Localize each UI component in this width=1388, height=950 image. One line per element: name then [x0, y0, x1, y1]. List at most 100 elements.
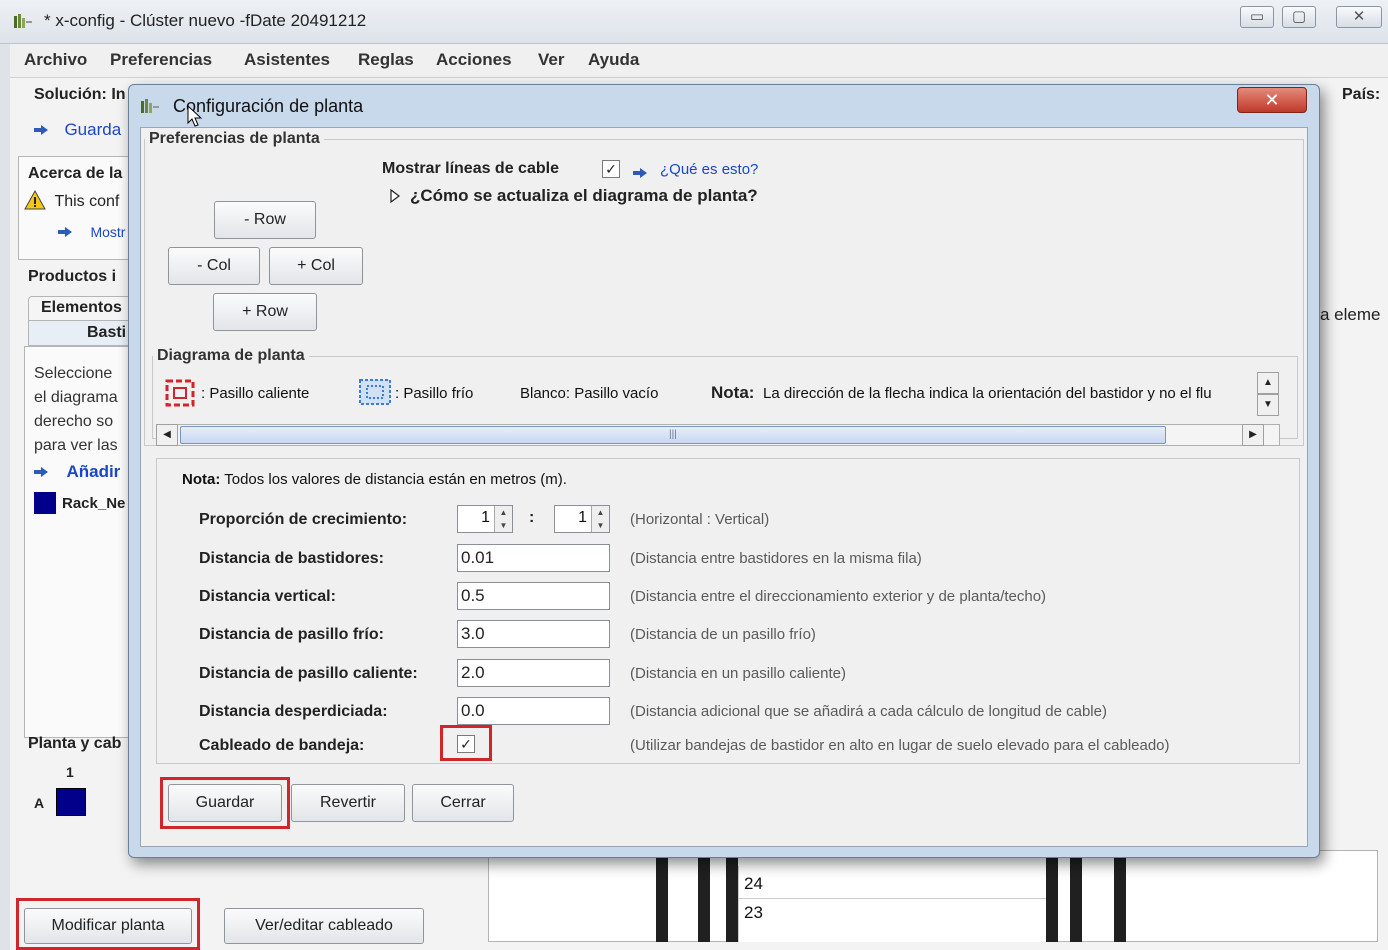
close-window-button[interactable]: ✕	[1336, 6, 1382, 28]
cableado-bandeja-checkbox[interactable]: ✓	[457, 735, 475, 753]
ratio-horizontal-spinner[interactable]: 1 ▲ ▼	[457, 505, 513, 533]
grid-row-label: A	[34, 795, 45, 811]
scroll-grip-icon: |||	[669, 429, 677, 440]
grid-col-label: 1	[66, 764, 74, 780]
anadir-link-row[interactable]: Añadir	[34, 462, 120, 482]
rack-rail	[1070, 850, 1082, 942]
minimize-button[interactable]: ▭	[1240, 6, 1274, 28]
mostrar-lineas-checkbox[interactable]: ✓	[602, 160, 620, 178]
legend-blank-label: Blanco: Pasillo vacío	[520, 385, 659, 402]
productos-title: Productos i	[28, 268, 117, 285]
dialog-content: Preferencias de planta Mostrar líneas de…	[140, 127, 1308, 847]
instructions-text: Seleccione el diagrama derecho so para v…	[34, 365, 118, 454]
rack-unit-number: 23	[744, 903, 763, 922]
dialog-close-button[interactable]: ✕	[1237, 87, 1307, 113]
desperdiciada-label: Distancia desperdiciada:	[199, 703, 388, 720]
cold-aisle-icon	[359, 379, 391, 405]
rack-units	[738, 866, 1046, 942]
ver-editar-cableado-button[interactable]: Ver/editar cableado	[224, 908, 424, 944]
menu-asistentes[interactable]: Asistentes	[244, 50, 330, 70]
hot-aisle-icon	[165, 379, 195, 407]
legend-cold-label: : Pasillo frío	[395, 385, 474, 402]
arrow-right-icon	[633, 168, 647, 178]
pasillo-frio-input[interactable]	[457, 620, 610, 648]
anadir-link[interactable]: Añadir	[66, 462, 120, 481]
diagrama-legend: Diagrama de planta	[157, 347, 305, 364]
mostrar-link-row[interactable]: Mostr	[58, 224, 125, 242]
scroll-left-button[interactable]: ◀	[156, 424, 178, 446]
desperdiciada-input[interactable]	[457, 697, 610, 725]
revertir-button[interactable]: Revertir	[291, 784, 405, 822]
floor-rack-cell[interactable]	[56, 788, 86, 816]
rack-rail	[698, 850, 710, 942]
pasillo-frio-label: Distancia de pasillo frío:	[199, 626, 384, 643]
distancia-vertical-hint: (Distancia entre el direccionamiento ext…	[630, 588, 1047, 605]
rack-unit-number: 24	[744, 874, 763, 893]
menu-reglas[interactable]: Reglas	[358, 50, 414, 70]
guardar-button[interactable]: Guardar	[168, 784, 282, 822]
pasillo-frio-hint: (Distancia de un pasillo frío)	[630, 626, 816, 643]
app-icon	[14, 14, 32, 28]
minus-col-button[interactable]: - Col	[168, 247, 260, 285]
expand-triangle-icon[interactable]	[390, 189, 400, 203]
cerrar-button[interactable]: Cerrar	[412, 784, 514, 822]
distancia-bastidores-input[interactable]	[457, 544, 610, 572]
scroll-right-button[interactable]: ▶	[1242, 424, 1264, 446]
distancia-vertical-input[interactable]	[457, 582, 610, 610]
nota-label: Nota:	[711, 383, 755, 402]
rack-divider	[738, 898, 1046, 899]
menu-archivo[interactable]: Archivo	[24, 50, 87, 70]
rack-swatch	[34, 492, 56, 514]
desperdiciada-hint: (Distancia adicional que se añadirá a ca…	[630, 703, 1107, 720]
menu-ver[interactable]: Ver	[538, 50, 564, 70]
mostrar-lineas-label: Mostrar líneas de cable	[382, 160, 559, 177]
rack-rail	[1114, 850, 1126, 942]
acerca-title: Acerca de la	[28, 165, 123, 182]
warning-row: This conf	[24, 189, 119, 215]
menu-acciones[interactable]: Acciones	[436, 50, 512, 70]
arrow-right-icon	[34, 125, 48, 135]
como-actualiza-toggle[interactable]: ¿Cómo se actualiza el diagrama de planta…	[410, 186, 758, 206]
spinner-up-icon: ▲	[494, 506, 512, 519]
pasillo-caliente-input[interactable]	[457, 659, 610, 687]
minus-row-button[interactable]: - Row	[214, 201, 316, 239]
pais-label: País:	[1342, 86, 1381, 103]
pasillo-caliente-label: Distancia de pasillo caliente:	[199, 665, 418, 682]
rack-rail	[1046, 850, 1058, 942]
scroll-down-button[interactable]: ▼	[1257, 394, 1279, 416]
mostrar-link[interactable]: Mostr	[90, 224, 125, 240]
guardar-link[interactable]: Guarda	[64, 120, 121, 139]
settings-nota: Nota: Todos los valores de distancia est…	[182, 471, 567, 488]
spinner-up-icon: ▲	[591, 506, 609, 519]
tab-elementos[interactable]: Elementos	[28, 296, 138, 320]
warning-icon	[24, 189, 46, 210]
plus-col-button[interactable]: + Col	[269, 247, 363, 285]
arrow-right-icon	[58, 227, 72, 237]
rack-name[interactable]: Rack_Ne	[62, 495, 125, 512]
arrow-right-icon	[34, 467, 48, 477]
spinner-down-icon: ▼	[591, 519, 609, 532]
scroll-up-button[interactable]: ▲	[1257, 372, 1279, 394]
cableado-bandeja-label: Cableado de bandeja:	[199, 737, 365, 754]
nota-text: La dirección de la flecha indica la orie…	[763, 385, 1212, 402]
cableado-bandeja-hint: (Utilizar bandejas de bastidor en alto e…	[630, 737, 1170, 754]
distancia-bastidores-hint: (Distancia entre bastidores en la misma …	[630, 550, 922, 567]
que-es-esto-link[interactable]: ¿Qué es esto?	[660, 161, 758, 178]
spinner-down-icon: ▼	[494, 519, 512, 532]
rack-rail	[726, 850, 738, 942]
legend-hot-label: : Pasillo caliente	[201, 385, 310, 402]
eleme-text: a eleme	[1320, 305, 1381, 324]
menu-ayuda[interactable]: Ayuda	[588, 50, 639, 70]
preferencias-legend: Preferencias de planta	[149, 130, 320, 147]
ratio-vertical-spinner[interactable]: 1 ▲ ▼	[554, 505, 610, 533]
distancia-vertical-label: Distancia vertical:	[199, 588, 336, 605]
menu-preferencias[interactable]: Preferencias	[110, 50, 212, 70]
plus-row-button[interactable]: + Row	[213, 293, 317, 331]
modificar-planta-button[interactable]: Modificar planta	[24, 908, 192, 944]
tab-bastidores[interactable]: Basti	[28, 320, 138, 346]
ratio-separator: :	[529, 509, 535, 526]
distancia-bastidores-label: Distancia de bastidores:	[199, 550, 384, 567]
maximize-button[interactable]: ▢	[1282, 6, 1316, 28]
pasillo-caliente-hint: (Distancia en un pasillo caliente)	[630, 665, 846, 682]
guardar-link-row[interactable]: Guarda	[34, 120, 121, 140]
